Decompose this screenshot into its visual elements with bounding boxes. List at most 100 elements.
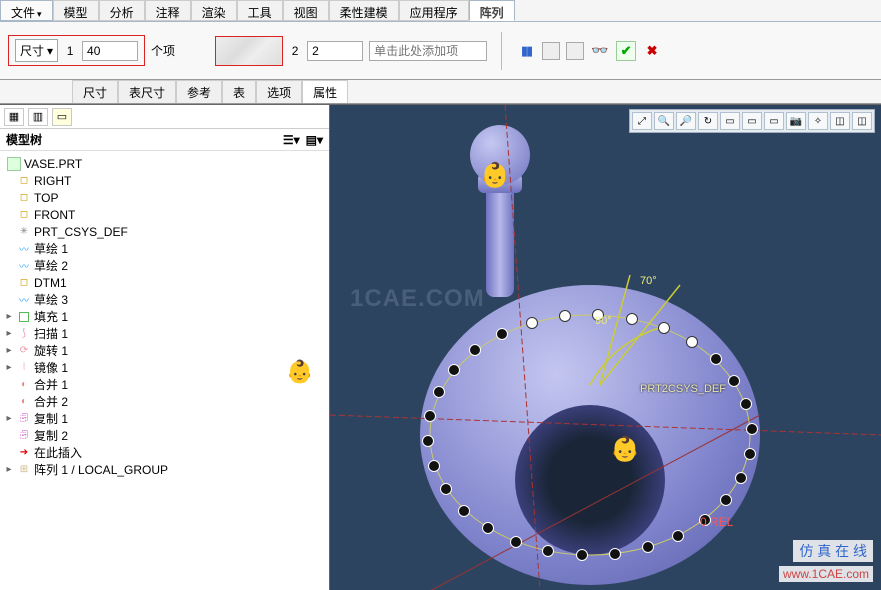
subtab-table[interactable]: 表 <box>222 80 256 103</box>
sketch-icon: 〰 <box>17 293 31 307</box>
3d-viewport[interactable]: ⤢ 🔍 🔎 ↻ ▭ ▭ ▭ 📷 ✧ ◫ ◫ 70° <box>330 104 881 590</box>
csys-icon: ✳ <box>17 225 31 239</box>
tree-toolbar: ▦ ▥ ▭ <box>0 105 329 129</box>
tree-node-merge2[interactable]: ◐合并 2 <box>0 393 329 410</box>
tree-settings-icon[interactable]: ▤▾ <box>306 133 323 147</box>
tree-node-copy1[interactable]: ▸⎘复制 1 <box>0 410 329 427</box>
dir2-count-input[interactable] <box>307 41 363 61</box>
tree-node-sketch1[interactable]: 〰草绘 1 <box>0 240 329 257</box>
subtab-reference[interactable]: 参考 <box>176 80 222 103</box>
dimension-type-dropdown[interactable]: 尺寸▾ <box>15 39 58 62</box>
copy-icon: ⎘ <box>17 429 31 443</box>
pattern-dot[interactable] <box>626 313 638 325</box>
tree-node-top[interactable]: ◻TOP <box>0 189 329 206</box>
scene-overlay <box>330 105 881 590</box>
expand-icon[interactable]: ▸ <box>4 362 14 373</box>
menu-tools[interactable]: 工具 <box>237 0 283 21</box>
preview-icon[interactable]: 👓 <box>590 41 610 61</box>
fill-icon <box>17 310 31 324</box>
tree-tb-icon-2[interactable]: ▥ <box>28 108 48 126</box>
tree-root-label: VASE.PRT <box>24 157 82 171</box>
plane-icon: ◻ <box>17 208 31 222</box>
pattern-dot[interactable] <box>448 364 460 376</box>
pattern-dot[interactable] <box>458 505 470 517</box>
pattern-dot[interactable] <box>526 317 538 329</box>
menu-render[interactable]: 渲染 <box>191 0 237 21</box>
dir1-count-input[interactable] <box>82 41 138 61</box>
watermark: 1CAE.COM <box>350 285 485 313</box>
pattern-icon: ⊞ <box>17 463 31 477</box>
expand-icon[interactable]: ▸ <box>4 413 14 424</box>
tree-node-pattern1[interactable]: ▸⊞阵列 1 / LOCAL_GROUP <box>0 461 329 478</box>
site-tag: 仿 真 在 线 <box>793 540 873 562</box>
preview-thumb <box>215 36 283 66</box>
tree-filter-icon[interactable]: ☰▾ <box>283 133 300 147</box>
expand-icon[interactable]: ▸ <box>4 328 14 339</box>
menu-annotate[interactable]: 注释 <box>145 0 191 21</box>
tree-node-revolve1[interactable]: ▸⟳旋转 1 <box>0 342 329 359</box>
sketch-icon: 〰 <box>17 259 31 273</box>
tree-node-dtm1[interactable]: ◻DTM1 <box>0 274 329 291</box>
pattern-dot[interactable] <box>433 386 445 398</box>
menu-view[interactable]: 视图 <box>283 0 329 21</box>
menu-flexible[interactable]: 柔性建模 <box>329 0 399 21</box>
angle-70-label: 70° <box>640 275 657 287</box>
subtab-table-dim[interactable]: 表尺寸 <box>118 80 176 103</box>
tree-tb-icon-3[interactable]: ▭ <box>52 108 72 126</box>
tree-node-mirror1[interactable]: ▸⦚镜像 1 <box>0 359 329 376</box>
expand-icon[interactable]: ▸ <box>4 464 14 475</box>
tree-node-sketch2[interactable]: 〰草绘 2 <box>0 257 329 274</box>
cancel-button[interactable]: ✖ <box>642 41 662 61</box>
pattern-dot[interactable] <box>576 549 588 561</box>
tree-tb-icon-1[interactable]: ▦ <box>4 108 24 126</box>
tree-title: 模型树 <box>6 131 42 148</box>
opt-icon-2[interactable] <box>566 42 584 60</box>
tree-node-sketch3[interactable]: 〰草绘 3 <box>0 291 329 308</box>
pattern-dot[interactable] <box>658 322 670 334</box>
tree-node-sweep1[interactable]: ▸⟆扫描 1 <box>0 325 329 342</box>
menu-pattern[interactable]: 阵列 <box>469 0 515 21</box>
body-row: ▦ ▥ ▭ 模型树 ☰▾ ▤▾ VASE.PRT ◻RIGHT ◻TOP ◻FR… <box>0 104 881 590</box>
copy-icon: ⎘ <box>17 412 31 426</box>
ok-button[interactable]: ✔ <box>616 41 636 61</box>
tree-node-front[interactable]: ◻FRONT <box>0 206 329 223</box>
mirror-icon: ⦚ <box>17 361 31 375</box>
pause-icon[interactable]: ▮▮ <box>516 41 536 61</box>
tree-node-insert-here[interactable]: ➔在此插入 <box>0 444 329 461</box>
pattern-dot[interactable] <box>672 530 684 542</box>
merge-icon: ◐ <box>17 395 31 409</box>
menu-apps[interactable]: 应用程序 <box>399 0 469 21</box>
expand-icon[interactable]: ▸ <box>4 345 14 356</box>
tree-node-fill1[interactable]: ▸填充 1 <box>0 308 329 325</box>
opt-icon-1[interactable] <box>542 42 560 60</box>
mascot-icon: 👶 <box>286 361 314 389</box>
dir2-index: 2 <box>289 44 301 58</box>
pattern-dot[interactable] <box>642 541 654 553</box>
dimension-type-label: 尺寸 <box>20 42 44 59</box>
csys-label: PRT2CSYS_DEF <box>640 383 726 395</box>
tree-node-right[interactable]: ◻RIGHT <box>0 172 329 189</box>
pattern-dot[interactable] <box>542 545 554 557</box>
model-tree[interactable]: VASE.PRT ◻RIGHT ◻TOP ◻FRONT ✳PRT_CSYS_DE… <box>0 151 329 482</box>
tree-node-merge1[interactable]: ◐合并 1 <box>0 376 329 393</box>
subtab-options[interactable]: 选项 <box>256 80 302 103</box>
menu-model[interactable]: 模型 <box>53 0 99 21</box>
tree-node-csys[interactable]: ✳PRT_CSYS_DEF <box>0 223 329 240</box>
pattern-dot[interactable] <box>686 336 698 348</box>
add-item-hint[interactable] <box>369 41 487 61</box>
pattern-dot[interactable] <box>728 375 740 387</box>
expand-icon[interactable]: ▸ <box>4 311 14 322</box>
pattern-dot[interactable] <box>744 448 756 460</box>
menu-file[interactable]: 文件 <box>0 0 53 21</box>
subtab-properties[interactable]: 属性 <box>302 80 348 103</box>
pattern-dot[interactable] <box>428 460 440 472</box>
menu-analysis[interactable]: 分析 <box>99 0 145 21</box>
subtab-dimension[interactable]: 尺寸 <box>72 80 118 103</box>
tree-node-copy2[interactable]: ⎘复制 2 <box>0 427 329 444</box>
plane-icon: ◻ <box>17 174 31 188</box>
pattern-dot[interactable] <box>746 423 758 435</box>
pattern-dot[interactable] <box>609 548 621 560</box>
main-menu-bar: 文件 模型 分析 注释 渲染 工具 视图 柔性建模 应用程序 阵列 <box>0 0 881 22</box>
insert-here-icon: ➔ <box>17 446 31 460</box>
tree-root[interactable]: VASE.PRT <box>0 155 329 172</box>
